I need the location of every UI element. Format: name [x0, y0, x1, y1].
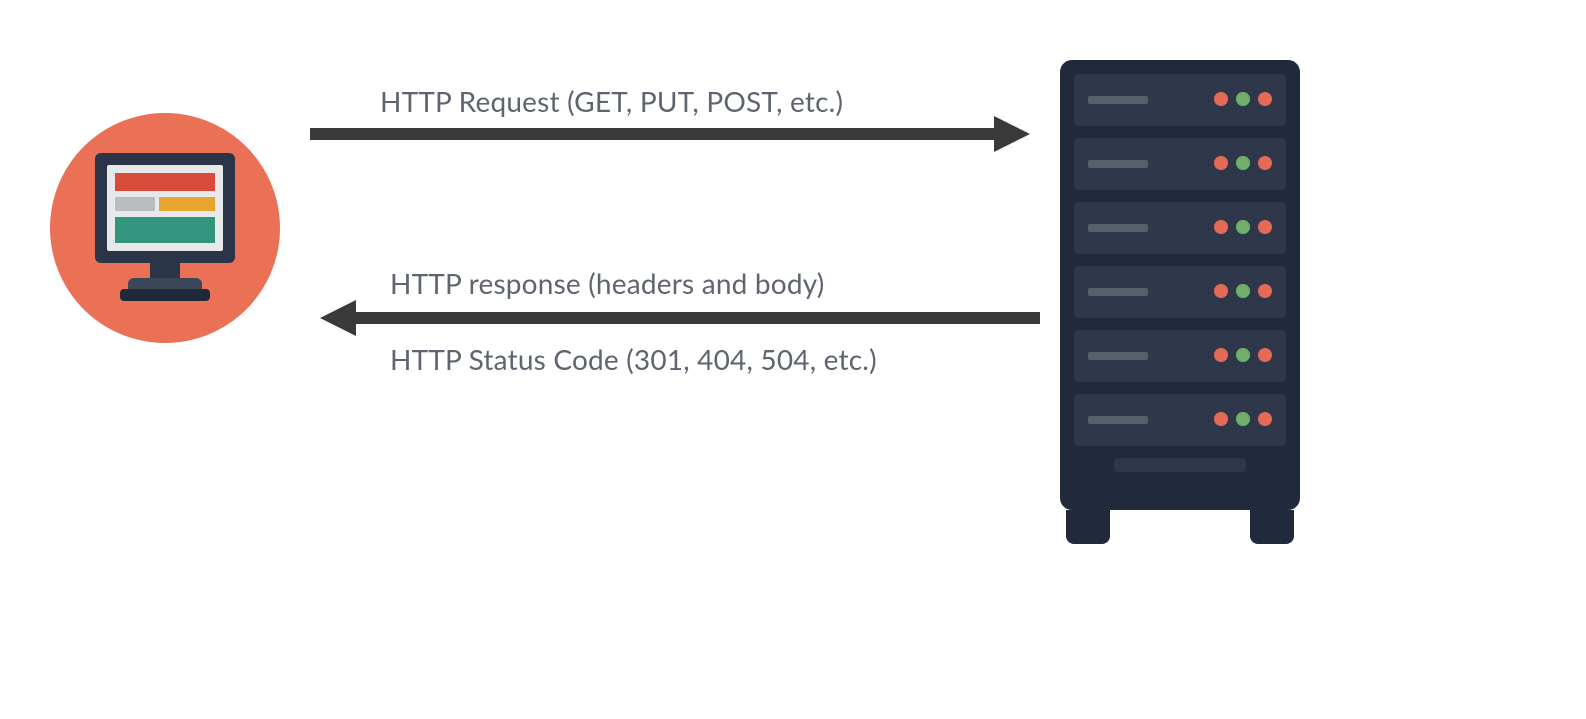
led-red-icon	[1214, 156, 1228, 170]
request-arrow-head-icon	[994, 116, 1030, 152]
monitor-body	[95, 153, 235, 263]
server-feet	[1060, 510, 1300, 544]
led-green-icon	[1236, 220, 1250, 234]
led-green-icon	[1236, 348, 1250, 362]
request-label: HTTP Request (GET, PUT, POST, etc.)	[380, 84, 843, 118]
server-leds	[1214, 220, 1272, 234]
server-leds	[1214, 156, 1272, 170]
server-rack-unit	[1074, 266, 1286, 318]
monitor-screen	[107, 165, 223, 251]
http-flow-diagram: HTTP Request (GET, PUT, POST, etc.) HTTP…	[0, 0, 1586, 719]
server-foot-right	[1250, 510, 1294, 544]
server-foot-left	[1066, 510, 1110, 544]
screen-bar-yellow	[159, 197, 215, 211]
led-red-icon	[1214, 412, 1228, 426]
led-green-icon	[1236, 284, 1250, 298]
led-red-icon	[1258, 220, 1272, 234]
led-red-icon	[1258, 156, 1272, 170]
led-red-icon	[1258, 412, 1272, 426]
led-red-icon	[1258, 92, 1272, 106]
response-arrow-shaft	[352, 312, 1040, 324]
led-red-icon	[1214, 220, 1228, 234]
server-leds	[1214, 348, 1272, 362]
led-green-icon	[1236, 412, 1250, 426]
server-rack-unit	[1074, 330, 1286, 382]
server-leds	[1214, 412, 1272, 426]
server-vent	[1114, 458, 1246, 472]
response-label-main: HTTP response (headers and body)	[390, 266, 824, 300]
server-rack-unit	[1074, 74, 1286, 126]
screen-bar-red	[115, 173, 215, 191]
led-green-icon	[1236, 92, 1250, 106]
server-leds	[1214, 284, 1272, 298]
led-red-icon	[1258, 348, 1272, 362]
server-leds	[1214, 92, 1272, 106]
client-computer-icon	[50, 113, 280, 343]
led-red-icon	[1214, 92, 1228, 106]
response-arrow-head-icon	[320, 300, 356, 336]
server-rack-unit	[1074, 394, 1286, 446]
server-rack-icon	[1060, 60, 1300, 510]
screen-bar-grey	[115, 197, 155, 211]
response-label-status: HTTP Status Code (301, 404, 504, etc.)	[390, 342, 877, 376]
server-rack-unit	[1074, 138, 1286, 190]
led-red-icon	[1258, 284, 1272, 298]
monitor-base-bottom	[120, 289, 210, 301]
server-rack-unit	[1074, 202, 1286, 254]
request-arrow-shaft	[310, 128, 998, 140]
led-red-icon	[1214, 348, 1228, 362]
screen-bar-green	[115, 217, 215, 243]
led-green-icon	[1236, 156, 1250, 170]
led-red-icon	[1214, 284, 1228, 298]
